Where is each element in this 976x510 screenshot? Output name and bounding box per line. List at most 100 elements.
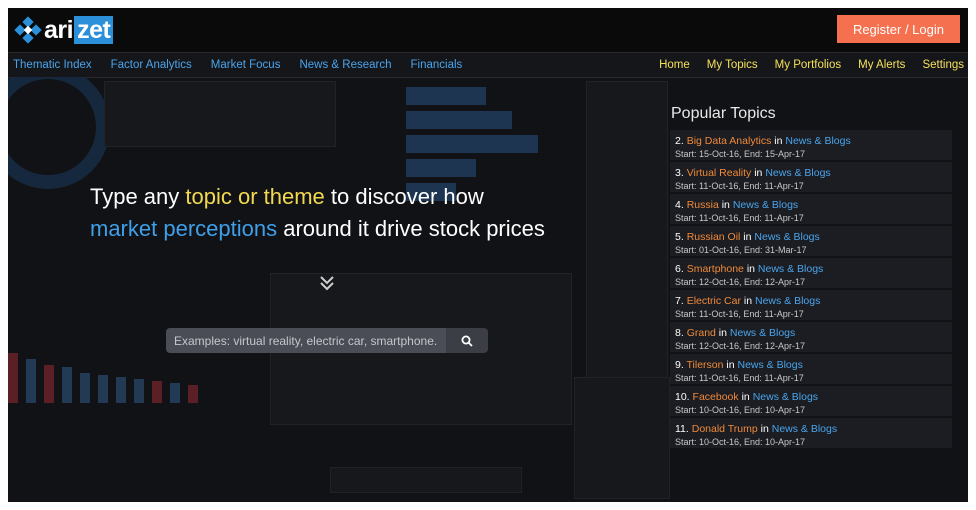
background-col-bar bbox=[98, 375, 108, 403]
background-donut-chart bbox=[8, 77, 108, 189]
topic-rank: 10. bbox=[675, 391, 690, 403]
nav-news-research[interactable]: News & Research bbox=[299, 59, 391, 71]
logo-text-zet: zet bbox=[74, 16, 114, 44]
topic-date-range: Start: 15-Oct-16, End: 15-Apr-17 bbox=[675, 149, 806, 159]
popular-topic-item[interactable]: 4. Russia in News & Blogs Start: 11-Oct-1… bbox=[670, 194, 952, 226]
nav-my-alerts[interactable]: My Alerts bbox=[858, 59, 905, 71]
top-header: ari zet Register / Login bbox=[8, 8, 968, 52]
topic-name-link[interactable]: Big Data Analytics bbox=[687, 135, 772, 147]
background-col-bar bbox=[44, 365, 54, 403]
topic-heading: 6. Smartphone in News & Blogs bbox=[675, 262, 952, 276]
topic-name-link[interactable]: Russia bbox=[687, 199, 719, 211]
topic-source-link[interactable]: News & Blogs bbox=[765, 167, 830, 179]
topic-name-link[interactable]: Grand bbox=[687, 327, 716, 339]
background-search-box bbox=[330, 467, 522, 493]
topic-name-link[interactable]: Virtual Reality bbox=[687, 167, 752, 179]
hero-text: to discover how bbox=[324, 184, 484, 209]
search-button[interactable] bbox=[446, 328, 488, 353]
nav-thematic-index[interactable]: Thematic Index bbox=[13, 59, 92, 71]
main-nav: Thematic Index Factor Analytics Market F… bbox=[8, 52, 968, 78]
topic-heading: 7. Electric Car in News & Blogs bbox=[675, 294, 952, 308]
hero-headline-line2: market perceptions around it drive stock… bbox=[90, 216, 650, 242]
hero-highlight-perceptions: market perceptions bbox=[90, 216, 278, 241]
background-col-bar bbox=[80, 373, 90, 403]
topic-source-link[interactable]: News & Blogs bbox=[772, 423, 837, 435]
popular-topics-list: 2. Big Data Analytics in News & Blogs Sta… bbox=[670, 130, 952, 450]
nav-settings[interactable]: Settings bbox=[922, 59, 964, 71]
logo-diamond-icon bbox=[14, 16, 42, 44]
background-hbar bbox=[406, 135, 538, 153]
topic-heading: 5. Russian Oil in News & Blogs bbox=[675, 230, 952, 244]
hero-text: Type any bbox=[90, 184, 186, 209]
background-hbar bbox=[406, 87, 486, 105]
popular-topic-item[interactable]: 10. Facebook in News & Blogs Start: 10-Oc… bbox=[670, 386, 952, 418]
topic-source-link[interactable]: News & Blogs bbox=[733, 199, 798, 211]
popular-topic-item[interactable]: 3. Virtual Reality in News & Blogs Start:… bbox=[670, 162, 952, 194]
hero-text: around it drive stock prices bbox=[277, 216, 545, 241]
topic-in-word: in bbox=[746, 263, 755, 275]
logo[interactable]: ari zet bbox=[14, 15, 114, 44]
background-col-bar bbox=[116, 377, 126, 403]
topic-source-link[interactable]: News & Blogs bbox=[758, 263, 823, 275]
topic-rank: 4. bbox=[675, 199, 684, 211]
logo-text-ari: ari bbox=[44, 15, 74, 44]
background-col-bar bbox=[134, 379, 144, 403]
topic-in-word: in bbox=[741, 391, 750, 403]
topic-source-link[interactable]: News & Blogs bbox=[730, 327, 795, 339]
popular-topic-item[interactable]: 2. Big Data Analytics in News & Blogs Sta… bbox=[670, 130, 952, 162]
background-col-bar bbox=[188, 385, 198, 403]
popular-topic-item[interactable]: 5. Russian Oil in News & Blogs Start: 01-… bbox=[670, 226, 952, 258]
topic-name-link[interactable]: Smartphone bbox=[687, 263, 744, 275]
nav-financials[interactable]: Financials bbox=[411, 59, 463, 71]
nav-my-portfolios[interactable]: My Portfolios bbox=[775, 59, 841, 71]
topic-date-range: Start: 10-Oct-16, End: 10-Apr-17 bbox=[675, 437, 806, 447]
topic-rank: 6. bbox=[675, 263, 684, 275]
topic-rank: 7. bbox=[675, 295, 684, 307]
app-frame: ari zet Register / Login Thematic Index … bbox=[8, 8, 968, 502]
topic-source-link[interactable]: News & Blogs bbox=[755, 295, 820, 307]
nav-home[interactable]: Home bbox=[659, 59, 690, 71]
topic-date-range: Start: 11-Oct-16, End: 11-Apr-17 bbox=[675, 181, 804, 191]
topic-heading: 3. Virtual Reality in News & Blogs bbox=[675, 166, 952, 180]
topic-source-link[interactable]: News & Blogs bbox=[738, 359, 803, 371]
topic-heading: 4. Russia in News & Blogs bbox=[675, 198, 952, 212]
background-factors-panel bbox=[574, 377, 670, 499]
topic-date-range: Start: 11-Oct-16, End: 11-Apr-17 bbox=[675, 213, 804, 223]
nav-market-focus[interactable]: Market Focus bbox=[211, 59, 281, 71]
background-col-bar bbox=[152, 381, 162, 403]
topic-name-link[interactable]: Facebook bbox=[693, 391, 739, 403]
background-hbar bbox=[406, 159, 476, 177]
topic-rank: 11. bbox=[675, 423, 689, 435]
popular-topic-item[interactable]: 7. Electric Car in News & Blogs Start: 11… bbox=[670, 290, 952, 322]
popular-topic-item[interactable]: 11. Donald Trump in News & Blogs Start: 1… bbox=[670, 418, 952, 450]
topic-date-range: Start: 11-Oct-16, End: 11-Apr-17 bbox=[675, 373, 804, 383]
topic-rank: 3. bbox=[675, 167, 684, 179]
topic-name-link[interactable]: Electric Car bbox=[687, 295, 741, 307]
background-col-bar bbox=[8, 353, 18, 403]
popular-topic-item[interactable]: 9. Tilerson in News & Blogs Start: 11-Oct… bbox=[670, 354, 952, 386]
background-col-bar bbox=[26, 359, 36, 403]
popular-topic-item[interactable]: 8. Grand in News & Blogs Start: 12-Oct-16… bbox=[670, 322, 952, 354]
topic-source-link[interactable]: News & Blogs bbox=[785, 135, 850, 147]
topic-in-word: in bbox=[743, 231, 752, 243]
double-chevron-down-icon[interactable] bbox=[318, 274, 336, 292]
topic-in-word: in bbox=[760, 423, 769, 435]
nav-my-topics[interactable]: My Topics bbox=[707, 59, 758, 71]
topic-source-link[interactable]: News & Blogs bbox=[754, 231, 819, 243]
topic-search-input[interactable] bbox=[166, 328, 446, 353]
register-login-button[interactable]: Register / Login bbox=[836, 15, 960, 43]
topic-source-link[interactable]: News & Blogs bbox=[753, 391, 818, 403]
background-legend-panel bbox=[104, 81, 336, 147]
topic-rank: 5. bbox=[675, 231, 684, 243]
topic-heading: 11. Donald Trump in News & Blogs bbox=[675, 422, 952, 436]
topic-name-link[interactable]: Tilerson bbox=[687, 359, 724, 371]
topic-date-range: Start: 10-Oct-16, End: 10-Apr-17 bbox=[675, 405, 806, 415]
topic-in-word: in bbox=[726, 359, 735, 371]
topic-heading: 2. Big Data Analytics in News & Blogs bbox=[675, 134, 952, 148]
nav-factor-analytics[interactable]: Factor Analytics bbox=[111, 59, 192, 71]
topic-name-link[interactable]: Russian Oil bbox=[687, 231, 741, 243]
background-col-bar bbox=[62, 367, 72, 403]
popular-topic-item[interactable]: 6. Smartphone in News & Blogs Start: 12-O… bbox=[670, 258, 952, 290]
topic-name-link[interactable]: Donald Trump bbox=[692, 423, 758, 435]
topic-in-word: in bbox=[774, 135, 783, 147]
